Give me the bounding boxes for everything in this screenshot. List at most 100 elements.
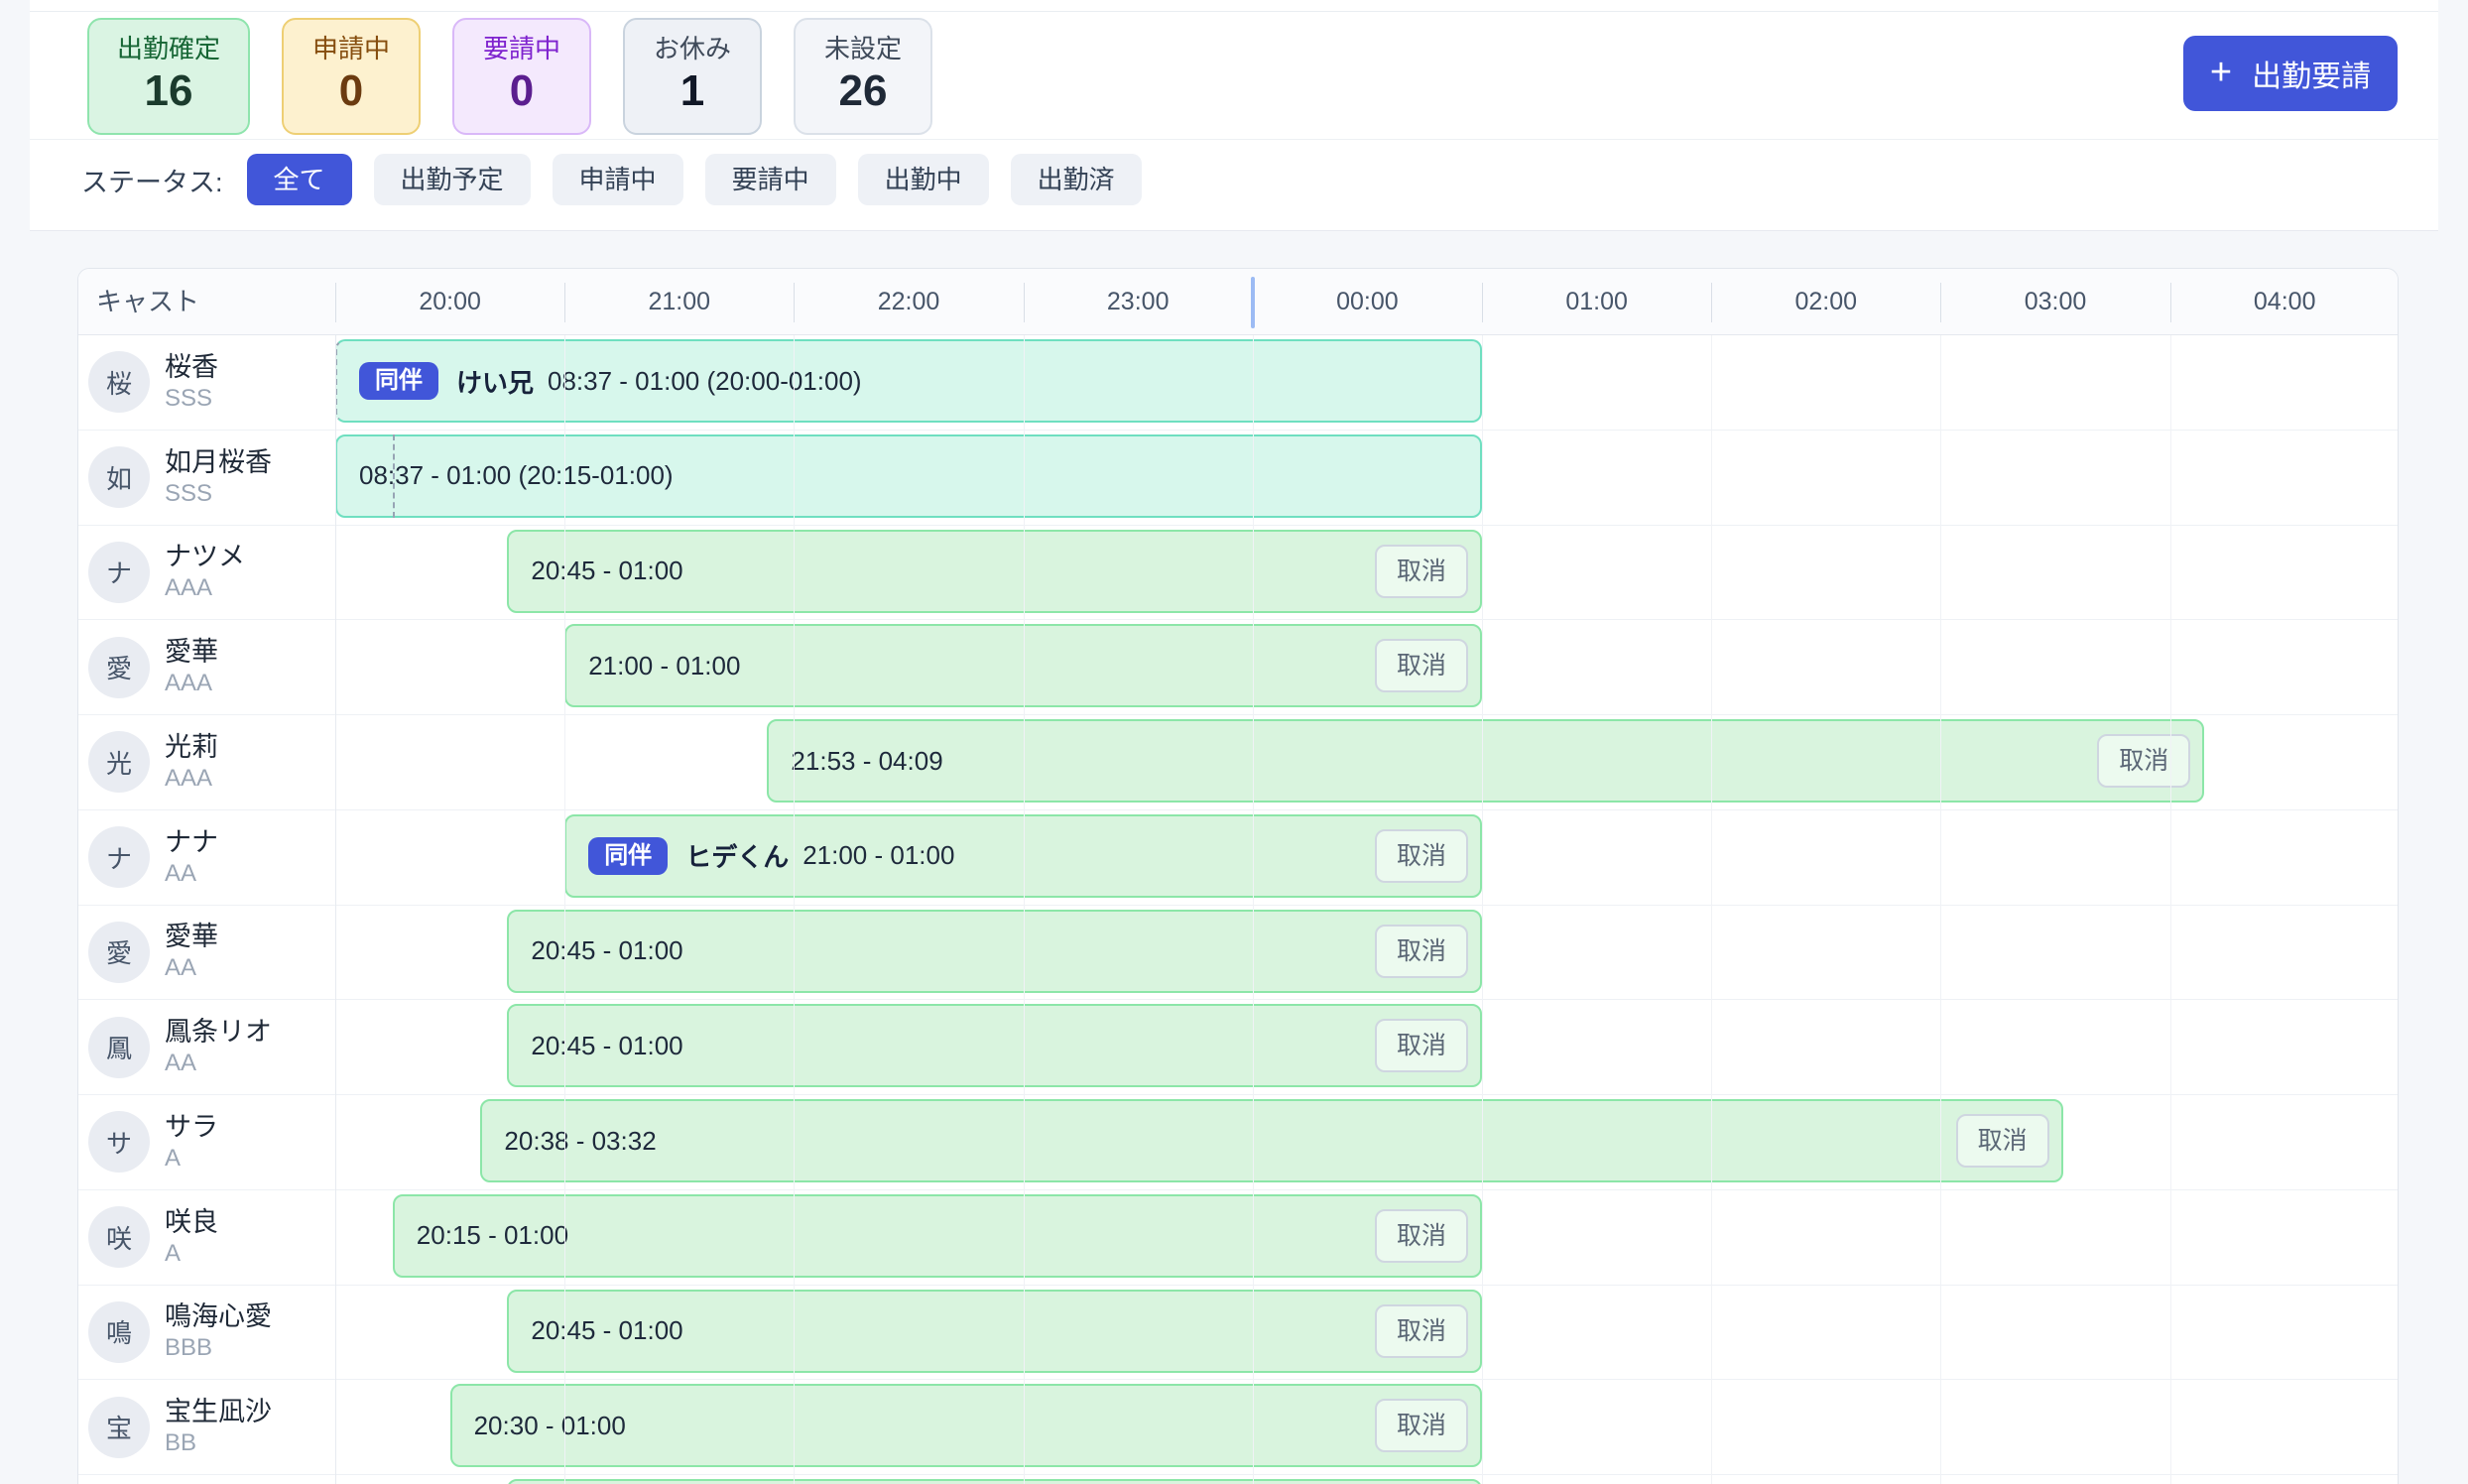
summary-card-label: 未設定 xyxy=(823,34,903,63)
status-chip-申請中[interactable]: 申請中 xyxy=(553,154,683,205)
shift-time-label: 20:45 - 01:00 xyxy=(531,556,682,586)
cast-info: 愛華AAA xyxy=(165,636,218,698)
table-row: 愛愛華AAA21:00 - 01:00取消 xyxy=(78,620,2398,715)
status-chip-要請中[interactable]: 要請中 xyxy=(705,154,836,205)
cast-info: 宝生凪沙BB xyxy=(165,1396,272,1458)
cast-cell: 宝宝生凪沙BB xyxy=(78,1380,335,1474)
cancel-button[interactable]: 取消 xyxy=(1375,1304,1468,1358)
summary-card-value: 1 xyxy=(653,65,732,117)
cast-name: 鳴海心愛 xyxy=(165,1300,272,1333)
guest-name: けい兄 xyxy=(456,363,534,400)
cast-name: 咲良 xyxy=(165,1206,218,1239)
cast-rank: AA xyxy=(165,953,218,983)
attendance-request-button[interactable]: + 出勤要請 xyxy=(2183,36,2398,111)
guest-name: ヒデくん xyxy=(685,837,789,874)
cast-rank: BB xyxy=(165,1428,272,1458)
shift-bar[interactable]: 20:45 - 01:00取消 xyxy=(507,1290,1482,1373)
cast-info: 愛華AA xyxy=(165,921,218,983)
avatar: 桜 xyxy=(88,351,150,413)
cancel-button[interactable]: 取消 xyxy=(1375,545,1468,598)
shift-timeline-table: キャスト 20:0021:0022:0023:0000:0001:0002:00… xyxy=(77,268,2399,1484)
shift-bar[interactable]: 20:45 - 01:00 取消 xyxy=(507,1004,1482,1087)
hour-tick-21:00: 21:00 xyxy=(564,269,794,335)
avatar: 鳳 xyxy=(88,1017,150,1078)
summary-card-未設定: 未設定26 xyxy=(794,18,932,135)
cast-rank: SSS xyxy=(165,479,272,509)
cancel-button[interactable]: 取消 xyxy=(1375,1399,1468,1452)
shift-time-label: 21:00 - 01:00 xyxy=(588,651,740,681)
cast-cell: 愛愛華AA xyxy=(78,906,335,1000)
plus-icon: + xyxy=(2210,54,2232,91)
cast-info: 鳳条リオAA xyxy=(165,1016,272,1078)
shift-bar[interactable]: 同伴けい兄08:37 - 01:00 (20:00-01:00) xyxy=(335,339,1482,423)
shift-bar[interactable]: 21:53 - 04:09 取消 xyxy=(767,719,2204,803)
cast-info: サラA xyxy=(165,1111,218,1174)
cast-name: ナツメ xyxy=(165,541,245,573)
status-chip-全て[interactable]: 全て xyxy=(247,154,352,205)
hour-divider xyxy=(1024,283,1025,322)
table-row: 如如月桜香SSS08:37 - 01:00 (20:15-01:00) xyxy=(78,431,2398,526)
cancel-button[interactable]: 取消 xyxy=(1375,829,1468,883)
shift-bar[interactable]: 20:45 - 01:00 取消 xyxy=(507,530,1482,613)
cast-rank: SSS xyxy=(165,384,218,414)
avatar: ナ xyxy=(88,826,150,888)
shift-bar[interactable]: 20:30 - 01:00取消 xyxy=(450,1384,1482,1467)
hour-tick-20:00: 20:00 xyxy=(335,269,564,335)
shift-bar[interactable]: 08:37 - 01:00 (20:15-01:00) xyxy=(335,434,1482,518)
table-row xyxy=(78,1475,2398,1484)
hour-tick-04:00: 04:00 xyxy=(2170,269,2399,335)
cast-rank: AAA xyxy=(165,669,218,698)
table-row: 愛愛華AA 20:45 - 01:00取消 xyxy=(78,906,2398,1001)
cast-cell: 光光莉AAA xyxy=(78,715,335,809)
cast-cell: 桜桜香SSS xyxy=(78,335,335,430)
table-row: 鳴鳴海心愛BBB20:45 - 01:00取消 xyxy=(78,1286,2398,1381)
cast-info: ナツメAAA xyxy=(165,541,245,603)
grid-vline xyxy=(1024,335,1025,1484)
status-chip-出勤中[interactable]: 出勤中 xyxy=(858,154,989,205)
scheduled-start-marker xyxy=(393,434,395,518)
cast-rank: A xyxy=(165,1239,218,1269)
status-chip-出勤予定[interactable]: 出勤予定 xyxy=(374,154,531,205)
cast-name: ナナ xyxy=(165,826,218,859)
cast-rank: A xyxy=(165,1144,218,1174)
status-chip-出勤済[interactable]: 出勤済 xyxy=(1011,154,1142,205)
cancel-button[interactable]: 取消 xyxy=(1375,639,1468,692)
table-row: 桜桜香SSS同伴けい兄08:37 - 01:00 (20:00-01:00) xyxy=(78,335,2398,431)
avatar: ナ xyxy=(88,542,150,603)
cast-cell: ナナツメAAA xyxy=(78,526,335,620)
shift-time-label: 20:45 - 01:00 xyxy=(531,1031,682,1061)
hour-tick-01:00: 01:00 xyxy=(1482,269,1711,335)
cast-column-divider xyxy=(335,335,336,1484)
grid-vline xyxy=(1253,335,1254,1484)
avatar: 光 xyxy=(88,731,150,793)
shift-bar[interactable] xyxy=(507,1479,1482,1484)
summary-card-label: 要請中 xyxy=(482,34,561,63)
cancel-button[interactable]: 取消 xyxy=(1375,1209,1468,1263)
hour-divider xyxy=(1711,283,1712,322)
table-row: ササラA20:38 - 03:32取消 xyxy=(78,1095,2398,1190)
cast-rank: AAA xyxy=(165,764,218,794)
table-row: 鳳鳳条リオAA 20:45 - 01:00 取消 xyxy=(78,1000,2398,1095)
shift-bar[interactable]: 20:45 - 01:00取消 xyxy=(507,910,1482,993)
cancel-button[interactable]: 取消 xyxy=(1956,1114,2049,1168)
shift-time-label: 08:37 - 01:00 (20:00-01:00) xyxy=(548,366,862,397)
table-row: 咲咲良A20:15 - 01:00取消 xyxy=(78,1190,2398,1286)
cancel-button[interactable]: 取消 xyxy=(1375,925,1468,978)
hour-tick-03:00: 03:00 xyxy=(1940,269,2169,335)
shift-time-label: 20:38 - 03:32 xyxy=(504,1126,656,1157)
cast-info: 鳴海心愛BBB xyxy=(165,1300,272,1363)
shift-time-label: 21:53 - 04:09 xyxy=(791,746,942,777)
cancel-button[interactable]: 取消 xyxy=(1375,1019,1468,1072)
cast-name: 愛華 xyxy=(165,636,218,669)
summary-card-要請中: 要請中0 xyxy=(452,18,591,135)
cancel-button[interactable]: 取消 xyxy=(2097,734,2190,788)
grid-vline xyxy=(1711,335,1712,1484)
shift-time-label: 21:00 - 01:00 xyxy=(802,840,954,871)
cast-info: 光莉AAA xyxy=(165,731,218,794)
cast-info: 桜香SSS xyxy=(165,351,218,414)
cast-cell: ナナナAA xyxy=(78,810,335,905)
shift-bar[interactable]: 20:15 - 01:00取消 xyxy=(393,1194,1482,1278)
shift-bar[interactable]: 20:38 - 03:32 取消 xyxy=(480,1099,2062,1182)
cast-name: 光莉 xyxy=(165,731,218,764)
hour-tick-22:00: 22:00 xyxy=(794,269,1023,335)
